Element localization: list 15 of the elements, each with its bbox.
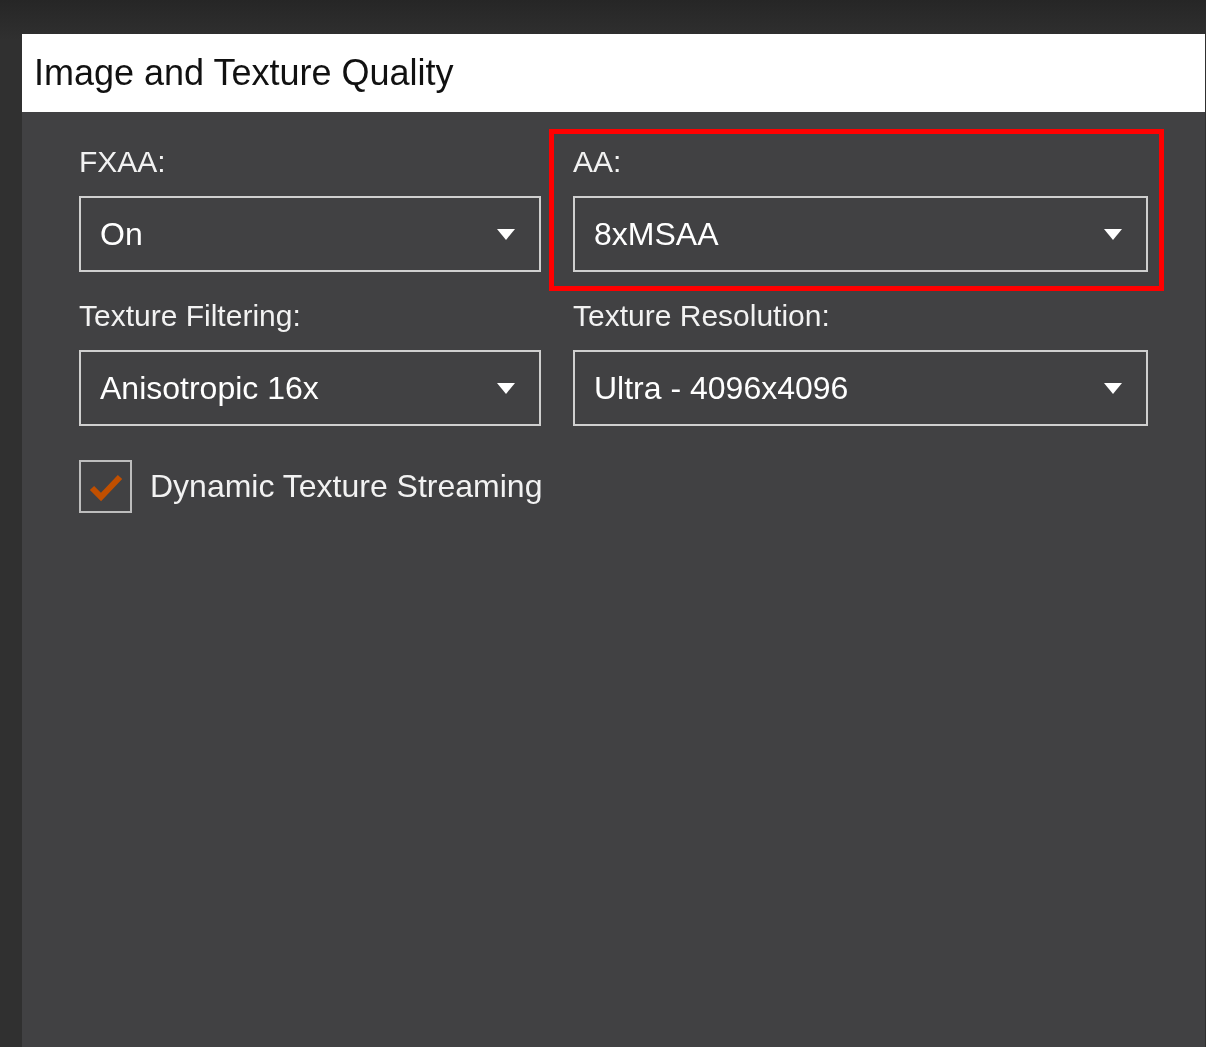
dropdown[interactable]: 8xMSAA: [573, 196, 1148, 272]
field-label: Texture Filtering:: [79, 298, 302, 334]
window-title: Image and Texture Quality: [22, 34, 1205, 112]
field-label: AA:: [573, 144, 623, 180]
dropdown[interactable]: On: [79, 196, 541, 272]
dropdown[interactable]: Ultra - 4096x4096: [573, 350, 1148, 426]
caret-icon: [497, 228, 515, 240]
caret-icon: [1104, 228, 1122, 240]
dropdown[interactable]: Anisotropic 16x: [79, 350, 541, 426]
caret-icon: [497, 382, 515, 394]
checkbox-label: Dynamic Texture Streaming: [150, 468, 543, 505]
field-label: FXAA:: [79, 144, 167, 180]
checkbox[interactable]: [79, 460, 132, 513]
caret-icon: [1104, 382, 1122, 394]
field-label: Texture Resolution:: [573, 298, 831, 334]
